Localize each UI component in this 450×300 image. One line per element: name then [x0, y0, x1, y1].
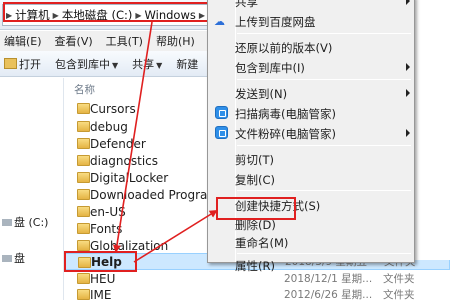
menu-separator [237, 190, 411, 191]
menu-item-delete[interactable]: 删除(D) [208, 214, 414, 234]
breadcrumb-computer[interactable]: 计算机 [15, 7, 50, 23]
menu-item-label: 上传到百度网盘 [235, 15, 316, 29]
menu-item-include-in-library[interactable]: 包含到库中(I) [208, 57, 414, 77]
menu-edit[interactable]: 编辑(E) [4, 33, 42, 49]
navigation-pane: 盘 (C:) 盘 [0, 78, 64, 300]
file-name: HEU [90, 271, 116, 286]
menu-view[interactable]: 查看(V) [55, 33, 93, 49]
menu-item-label: 扫描病毒(电脑管家) [235, 107, 336, 121]
nav-item-drive[interactable]: 盘 [2, 250, 25, 266]
breadcrumb-local-disk[interactable]: 本地磁盘 (C:) [62, 7, 133, 23]
menu-separator [237, 253, 411, 254]
drive-icon [2, 255, 12, 262]
file-type: 文件夹 [383, 289, 415, 300]
share-label: 共享 [132, 57, 155, 71]
menu-item-share[interactable]: 共享 [208, 0, 414, 11]
menu-item-upload-baidu[interactable]: ☁ 上传到百度网盘 [208, 11, 414, 31]
menu-item-label: 复制(C) [235, 173, 276, 187]
tencent-shield-icon [215, 126, 228, 139]
submenu-arrow-icon [406, 0, 410, 5]
menu-item-file-shred[interactable]: 文件粉碎(电脑管家) [208, 123, 414, 143]
menu-item-label: 发送到(N) [235, 87, 288, 101]
submenu-arrow-icon [406, 129, 410, 137]
menu-item-label: 重命名(M) [235, 236, 289, 250]
dropdown-arrow-icon: ▼ [112, 60, 119, 70]
chevron-right-icon[interactable]: ▶ [6, 11, 12, 20]
menu-item-label: 还原以前的版本(V) [235, 41, 333, 55]
dropdown-arrow-icon: ▼ [156, 60, 163, 70]
file-name: IME [90, 287, 112, 300]
menu-item-label: 创建快捷方式(S) [235, 199, 321, 213]
new-folder-button[interactable]: 新建 [176, 56, 198, 72]
folder-icon [77, 289, 90, 300]
file-name: diagnostics [90, 153, 159, 168]
file-name: debug [90, 119, 128, 134]
share-button[interactable]: 共享 ▼ [132, 56, 162, 72]
folder-icon [77, 155, 90, 166]
menu-item-label: 删除(D) [235, 218, 276, 232]
submenu-arrow-icon [406, 63, 410, 71]
menu-item-copy[interactable]: 复制(C) [208, 169, 414, 189]
folder-icon [77, 206, 90, 217]
menu-item-send-to[interactable]: 发送到(N) [208, 83, 414, 103]
folder-icon [77, 223, 90, 234]
folder-icon [77, 138, 90, 149]
baidu-cloud-icon: ☁ [214, 15, 225, 28]
menu-item-label: 共享 [235, 0, 258, 9]
file-name: en-US [90, 204, 126, 219]
menu-item-label: 剪切(T) [235, 153, 274, 167]
menu-item-scan-virus[interactable]: 扫描病毒(电脑管家) [208, 103, 414, 123]
nav-drive-label: 盘 [14, 252, 25, 265]
menu-item-properties[interactable]: 属性(R) [208, 255, 414, 275]
address-bar[interactable]: ▶ 计算机 ▶ 本地磁盘 (C:) ▶ Windows ▶ [2, 4, 220, 26]
menu-separator [237, 33, 411, 34]
file-name: Help [91, 254, 122, 269]
breadcrumb-windows[interactable]: Windows [145, 8, 196, 22]
folder-icon [77, 240, 90, 251]
drive-icon [2, 219, 12, 226]
file-name: Cursors [90, 101, 136, 116]
submenu-arrow-icon [406, 89, 410, 97]
open-folder-icon [4, 58, 17, 69]
menu-item-label: 属性(R) [235, 259, 275, 273]
folder-icon [77, 273, 90, 284]
menu-item-create-shortcut[interactable]: 创建快捷方式(S) [208, 195, 414, 215]
tencent-shield-icon [215, 106, 228, 119]
file-name: Defender [90, 136, 146, 151]
menu-separator [237, 145, 411, 146]
chevron-right-icon[interactable]: ▶ [199, 11, 205, 20]
folder-icon [77, 189, 90, 200]
menu-item-restore-versions[interactable]: 还原以前的版本(V) [208, 37, 414, 57]
file-date: 2012/6/26 星期... [284, 289, 373, 300]
folder-icon [77, 121, 90, 132]
folder-icon [77, 103, 90, 114]
menu-item-rename[interactable]: 重命名(M) [208, 232, 414, 252]
chevron-right-icon[interactable]: ▶ [135, 11, 141, 20]
nav-item-drive-c[interactable]: 盘 (C:) [2, 214, 48, 230]
open-button-label: 打开 [19, 57, 41, 71]
nav-drive-label: 盘 (C:) [14, 216, 49, 229]
menu-item-label: 文件粉碎(电脑管家) [235, 127, 336, 141]
menu-help[interactable]: 帮助(H) [156, 33, 195, 49]
menu-item-label: 包含到库中(I) [235, 61, 305, 75]
folder-icon [78, 257, 91, 268]
open-button[interactable]: 打开 [4, 56, 41, 72]
include-in-library-button[interactable]: 包含到库中 ▼ [55, 56, 118, 72]
menu-tools[interactable]: 工具(T) [106, 33, 143, 49]
include-in-library-label: 包含到库中 [55, 57, 110, 71]
menu-item-cut[interactable]: 剪切(T) [208, 149, 414, 169]
details-column-bg [415, 0, 450, 260]
context-menu: 共享 ☁ 上传到百度网盘 还原以前的版本(V) 包含到库中(I) 发送到(N) … [207, 0, 415, 273]
folder-icon [77, 172, 90, 183]
file-row-ime[interactable]: IME 2012/6/26 星期... 文件夹 [65, 286, 450, 300]
file-name: Fonts [90, 221, 123, 236]
chevron-right-icon[interactable]: ▶ [53, 11, 59, 20]
column-header-name[interactable]: 名称 [74, 82, 95, 97]
file-name: Globalization [90, 238, 169, 253]
file-name: DigitalLocker [90, 170, 169, 185]
menu-separator [237, 79, 411, 80]
